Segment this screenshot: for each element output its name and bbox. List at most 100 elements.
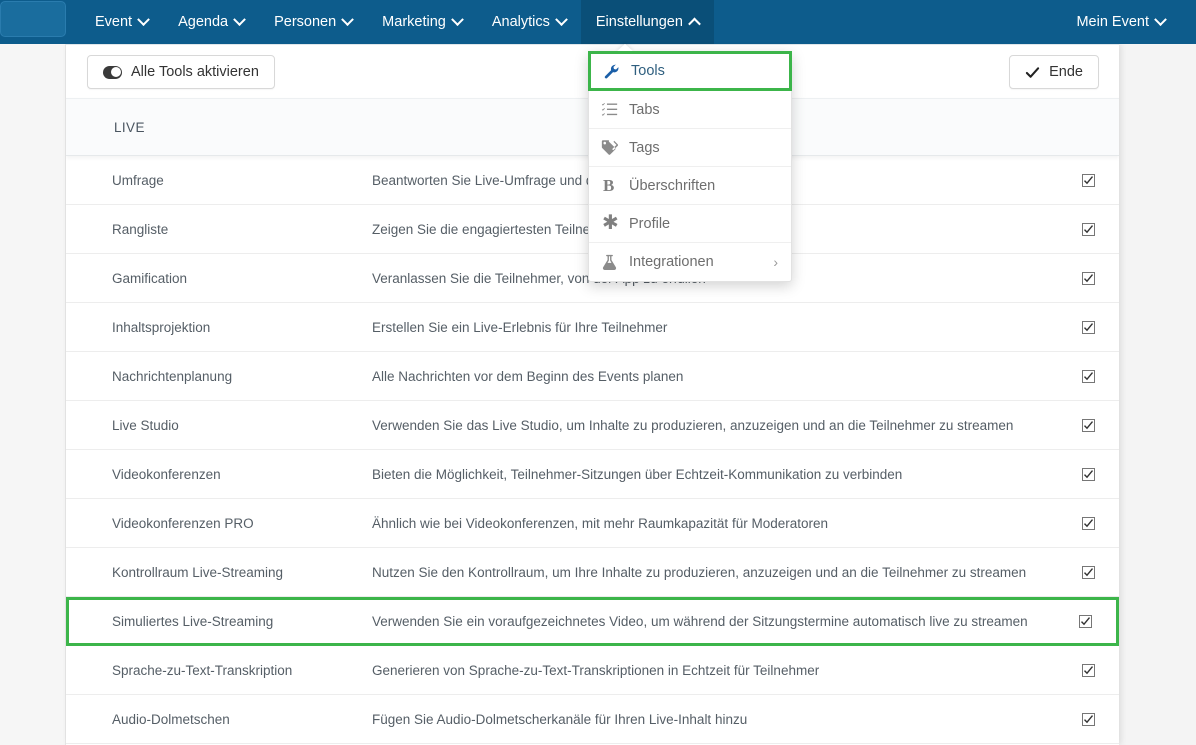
settings-dropdown-menu: Tools Tabs Tags B Überschriften ✱ Profile Integ… [588, 44, 792, 282]
dropdown-item-tabs[interactable]: Tabs [589, 91, 791, 129]
nav-item-label: Personen [274, 14, 337, 30]
end-label: Ende [1049, 64, 1083, 80]
dropdown-item-berschriften[interactable]: B Überschriften [589, 167, 791, 205]
tool-enabled-checkbox[interactable] [1081, 712, 1095, 726]
end-button[interactable]: Ende [1009, 55, 1099, 89]
tool-name: Audio-Dolmetschen [112, 711, 230, 727]
tool-name: Inhaltsprojektion [112, 319, 211, 335]
tool-enabled-cell [1054, 615, 1116, 628]
table-row[interactable]: Sprache-zu-Text-Transkription Generieren … [66, 646, 1119, 695]
nav-item-analytics[interactable]: Analytics [477, 0, 581, 44]
tool-name: Sprache-zu-Text-Transkription [112, 662, 293, 678]
left-gutter [0, 44, 66, 745]
check-icon [1025, 66, 1040, 78]
chevron-up-icon [688, 17, 701, 30]
tool-enabled-cell [1057, 418, 1119, 432]
tool-description: Generieren von Sprache-zu-Text-Transkrip… [372, 662, 820, 678]
bold-b-icon: B [603, 175, 615, 195]
tool-description: Fügen Sie Audio-Dolmetscherkanäle für Ih… [372, 711, 748, 727]
tool-enabled-cell [1057, 663, 1119, 677]
dropdown-item-tags[interactable]: Tags [589, 129, 791, 167]
tool-description: Erstellen Sie ein Live-Erlebnis für Ihre… [372, 319, 668, 335]
tool-enabled-checkbox[interactable] [1081, 369, 1095, 383]
tool-description: Verwenden Sie das Live Studio, um Inhalt… [372, 417, 1014, 433]
table-row[interactable]: Kontrollraum Live-Streaming Nutzen Sie de… [66, 548, 1119, 597]
tool-enabled-cell [1057, 565, 1119, 579]
nav-item-label: Einstellungen [595, 14, 683, 30]
tool-name: Gamification [112, 270, 188, 286]
chevron-right-icon: › [773, 254, 778, 270]
nav-item-label: Event [95, 14, 133, 30]
asterisk-icon: ✱ [602, 211, 619, 234]
table-row[interactable]: Nachrichtenplanung Alle Nachrichten vor d… [66, 352, 1119, 401]
tool-name: Kontrollraum Live-Streaming [112, 564, 284, 580]
logo-placeholder[interactable] [0, 1, 66, 37]
tool-name: Simuliertes Live-Streaming [112, 614, 274, 629]
dropdown-item-label: Überschriften [629, 177, 716, 194]
tool-enabled-cell [1057, 467, 1119, 481]
dropdown-item-tools[interactable]: Tools [588, 51, 792, 91]
tool-description: Alle Nachrichten vor dem Beginn des Even… [372, 368, 684, 384]
table-row[interactable]: Audio-Dolmetschen Fügen Sie Audio-Dolmets… [66, 695, 1119, 744]
tool-description: Nutzen Sie den Kontrollraum, um Ihre Inh… [372, 564, 1027, 580]
tool-enabled-cell [1057, 271, 1119, 285]
nav-items-group: Event Agenda Personen Marketing Analytics Ein… [80, 0, 714, 44]
wrench-icon [603, 63, 631, 80]
dropdown-item-integrationen[interactable]: Integrationen › [589, 243, 791, 281]
tool-enabled-checkbox[interactable] [1078, 615, 1092, 628]
tool-enabled-checkbox[interactable] [1081, 663, 1095, 677]
dropdown-item-label: Integrationen [629, 254, 714, 270]
tag-icon [601, 139, 629, 156]
table-row[interactable]: Inhaltsprojektion Erstellen Sie ein Live-… [66, 303, 1119, 352]
chevron-down-icon [450, 12, 464, 26]
tool-enabled-cell [1057, 516, 1119, 530]
chevron-down-icon [233, 12, 246, 26]
tool-enabled-checkbox[interactable] [1081, 467, 1095, 481]
dropdown-item-label: Profile [629, 215, 671, 232]
tool-enabled-cell [1057, 173, 1119, 187]
table-row[interactable]: Videokonferenzen Bieten die Möglichkeit, … [66, 450, 1119, 499]
tool-name: Rangliste [112, 221, 169, 237]
tool-enabled-cell [1057, 712, 1119, 726]
toggle-switch-icon [103, 65, 122, 79]
tool-enabled-checkbox[interactable] [1081, 271, 1095, 285]
tool-enabled-cell [1057, 222, 1119, 236]
dropdown-item-label: Tabs [629, 101, 660, 118]
my-event-menu[interactable]: Mein Event [1061, 0, 1180, 44]
tool-enabled-checkbox[interactable] [1081, 222, 1095, 236]
tool-enabled-cell [1057, 369, 1119, 383]
tool-enabled-checkbox[interactable] [1081, 418, 1095, 432]
enable-all-tools-button[interactable]: Alle Tools aktivieren [87, 55, 275, 89]
flask-icon [601, 254, 629, 271]
chevron-down-icon [341, 12, 355, 26]
top-navigation-bar: Event Agenda Personen Marketing Analytics Ein… [0, 0, 1196, 44]
dropdown-item-label: Tags [629, 139, 660, 156]
tool-enabled-checkbox[interactable] [1081, 565, 1095, 579]
my-event-label: Mein Event [1076, 14, 1149, 30]
nav-item-event[interactable]: Event [80, 0, 163, 44]
tool-name: Live Studio [112, 417, 179, 433]
nav-item-personen[interactable]: Personen [259, 0, 367, 44]
chevron-down-icon [1154, 12, 1167, 26]
tool-description: Verwenden Sie ein voraufgezeichnetes Vid… [372, 614, 1028, 629]
table-row[interactable]: Videokonferenzen PRO Ähnlich wie bei Vide… [66, 499, 1119, 548]
nav-item-einstellungen[interactable]: Einstellungen [580, 0, 714, 44]
dropdown-item-profile[interactable]: ✱ Profile [589, 205, 791, 243]
tool-enabled-checkbox[interactable] [1081, 516, 1095, 530]
table-row[interactable]: Simuliertes Live-Streaming Verwenden Sie … [66, 597, 1119, 646]
tool-enabled-checkbox[interactable] [1081, 173, 1095, 187]
nav-item-marketing[interactable]: Marketing [367, 0, 477, 44]
nav-item-label: Analytics [491, 14, 550, 30]
tool-enabled-checkbox[interactable] [1081, 320, 1095, 334]
tool-name: Umfrage [112, 172, 164, 188]
chevron-down-icon [137, 12, 150, 26]
table-row[interactable]: Live Studio Verwenden Sie das Live Studio… [66, 401, 1119, 450]
chevron-down-icon [555, 12, 568, 26]
nav-item-agenda[interactable]: Agenda [163, 0, 259, 44]
tool-name: Videokonferenzen PRO [112, 515, 254, 531]
tool-description: Bieten die Möglichkeit, Teilnehmer-Sitzu… [372, 466, 903, 482]
nav-item-label: Marketing [382, 14, 446, 30]
enable-all-tools-label: Alle Tools aktivieren [131, 64, 259, 80]
tool-description: Ähnlich wie bei Videokonferenzen, mit me… [372, 515, 828, 531]
nav-item-label: Agenda [178, 14, 229, 30]
